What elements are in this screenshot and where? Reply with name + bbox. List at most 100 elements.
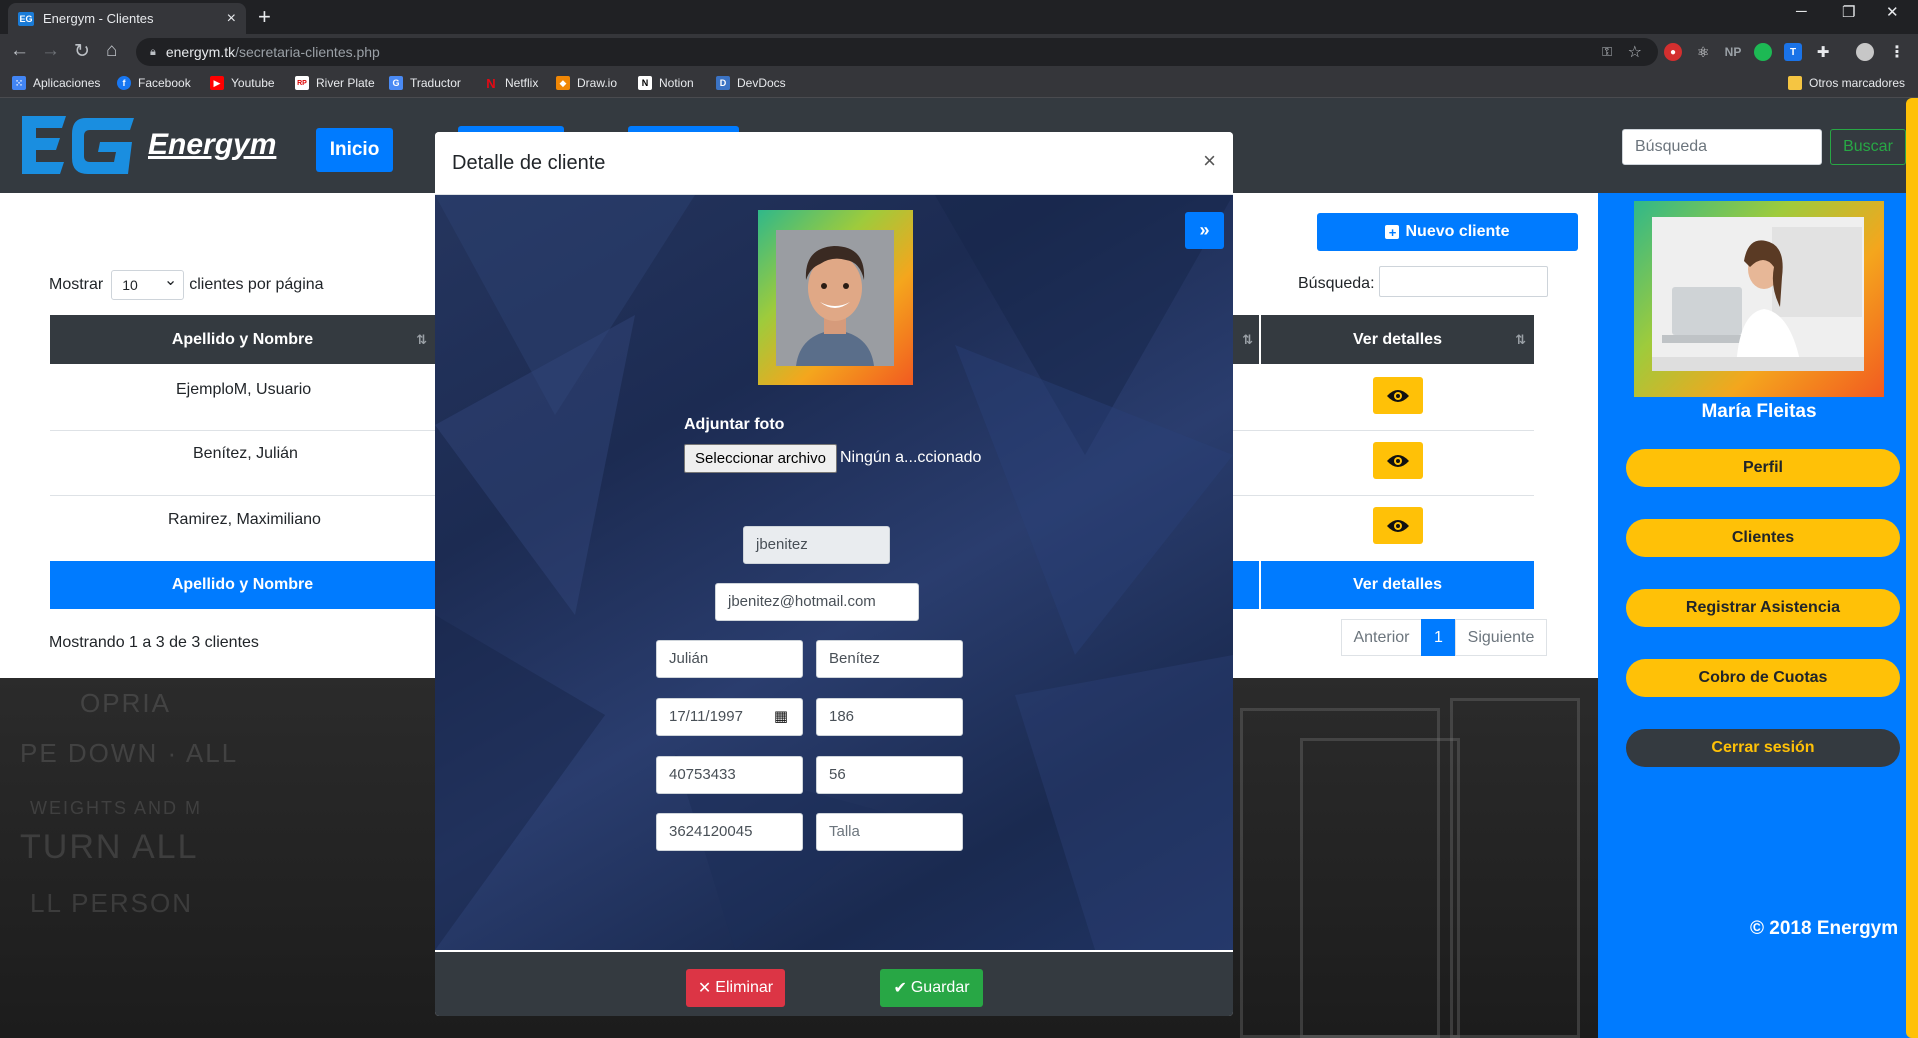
bookmark-drawio[interactable]: ◆ Draw.io — [556, 76, 617, 90]
tab-title: Energym - Clientes — [43, 11, 154, 26]
file-status-text: Ningún a...ccionado — [840, 449, 982, 466]
extension-record-icon[interactable]: ● — [1664, 43, 1682, 61]
forward-icon[interactable]: → — [41, 40, 60, 62]
bookmark-netflix[interactable]: N Netflix — [484, 76, 539, 91]
new-client-label: Nuevo cliente — [1405, 223, 1510, 240]
translate-icon: G — [389, 76, 403, 90]
row-divider — [1233, 430, 1534, 431]
url-path: /secretaria-clientes.php — [235, 44, 380, 60]
sort-icon[interactable]: ⇅ — [1515, 332, 1526, 348]
bookmark-label: Netflix — [505, 76, 539, 90]
key-icon[interactable]: ⚿ — [1602, 44, 1612, 60]
energym-logo-icon[interactable] — [16, 108, 140, 182]
home-icon[interactable]: ⌂ — [106, 40, 117, 62]
browser-menu-icon[interactable]: ⋮ — [1888, 43, 1906, 61]
x-icon: ✕ — [697, 980, 712, 997]
nav-inicio-button[interactable]: Inicio — [316, 128, 393, 172]
facebook-icon: f — [117, 76, 131, 90]
height-field[interactable]: 186 — [816, 698, 963, 736]
profile-avatar-icon[interactable] — [1856, 43, 1874, 61]
close-tab-icon[interactable]: × — [227, 10, 236, 28]
phone-field[interactable]: 3624120045 — [656, 813, 803, 851]
view-details-button[interactable] — [1373, 442, 1423, 479]
close-window-icon[interactable]: ✕ — [1886, 3, 1899, 21]
brand-name[interactable]: Energym — [148, 128, 276, 162]
minimize-icon[interactable]: ─ — [1796, 3, 1807, 20]
table-search-input[interactable] — [1379, 266, 1548, 297]
browser-toolbar: ← → ↻ ⌂ 🔒︎ energym.tk/secretaria-cliente… — [0, 34, 1918, 70]
email-field[interactable]: jbenitez@hotmail.com — [715, 583, 919, 621]
close-icon[interactable]: × — [1203, 148, 1216, 174]
column-header-name[interactable]: Apellido y Nombre ⇅ — [50, 315, 435, 364]
bookmark-other[interactable]: Otros marcadores — [1788, 76, 1905, 90]
first-name-field[interactable]: Julián — [656, 640, 803, 678]
back-icon[interactable]: ← — [10, 40, 29, 62]
bookmark-apps[interactable]: ⁙ Aplicaciones — [12, 76, 100, 90]
address-bar[interactable]: 🔒︎ energym.tk/secretaria-clientes.php ⚿ … — [136, 38, 1658, 66]
size-field[interactable]: Talla — [816, 813, 963, 851]
bookmark-label: Facebook — [138, 76, 191, 90]
table-cell-name: Ramirez, Maximiliano — [168, 511, 321, 528]
sidebar-cobro-cuotas-button[interactable]: Cobro de Cuotas — [1626, 659, 1900, 697]
bookmark-label: Youtube — [231, 76, 275, 90]
bookmark-label: Aplicaciones — [33, 76, 101, 90]
weight-field[interactable]: 56 — [816, 756, 963, 794]
save-client-button[interactable]: ✔ Guardar — [880, 969, 983, 1007]
dni-field[interactable]: 40753433 — [656, 756, 803, 794]
view-details-button[interactable] — [1373, 507, 1423, 544]
navbar-search-button[interactable]: Buscar — [1830, 129, 1906, 165]
reload-icon[interactable]: ↻ — [74, 40, 90, 63]
expand-icon[interactable]: » — [1185, 212, 1224, 249]
bookmark-facebook[interactable]: f Facebook — [117, 76, 191, 90]
client-photo-frame — [758, 210, 913, 385]
youtube-icon: ▶ — [210, 76, 224, 90]
profile-photo-frame — [1634, 201, 1884, 397]
birth-date-field[interactable]: 17/11/1997 ▦ — [656, 698, 803, 736]
show-suffix: clientes por página — [189, 276, 324, 293]
bookmark-devdocs[interactable]: D DevDocs — [716, 76, 786, 90]
view-details-button[interactable] — [1373, 377, 1423, 414]
drawio-icon: ◆ — [556, 76, 570, 90]
sort-icon[interactable]: ⇅ — [1242, 332, 1253, 348]
lock-icon: 🔒︎ — [150, 45, 156, 58]
extension-green-icon[interactable] — [1754, 43, 1772, 61]
pagination-page[interactable]: 1 — [1421, 619, 1456, 656]
sidebar-perfil-button[interactable]: Perfil — [1626, 449, 1900, 487]
bookmark-star-icon[interactable]: ☆ — [1628, 42, 1642, 62]
navbar-search-input[interactable]: Búsqueda — [1622, 129, 1822, 165]
maximize-icon[interactable]: ❐ — [1842, 3, 1855, 21]
table-cell-name: EjemploM, Usuario — [176, 381, 312, 398]
logout-button[interactable]: Cerrar sesión — [1626, 729, 1900, 767]
username-field[interactable]: jbenitez — [743, 526, 890, 564]
extension-react-icon[interactable]: ⚛ — [1694, 43, 1712, 61]
extension-translate-icon[interactable]: T — [1784, 43, 1802, 61]
birth-date-value: 17/11/1997 — [669, 708, 743, 725]
extension-np-icon[interactable]: NP — [1724, 43, 1742, 61]
decorative-rack — [1300, 738, 1460, 1038]
row-divider — [1233, 495, 1534, 496]
sidebar-clientes-button[interactable]: Clientes — [1626, 519, 1900, 557]
extensions-puzzle-icon[interactable]: ✚ — [1814, 43, 1832, 61]
bookmark-notion[interactable]: N Notion — [638, 76, 694, 90]
last-name-field[interactable]: Benítez — [816, 640, 963, 678]
bookmark-river-plate[interactable]: RP River Plate — [295, 76, 375, 90]
sort-icon[interactable]: ⇅ — [416, 332, 427, 348]
column-header-details[interactable]: Ver detalles ⇅ — [1261, 315, 1534, 364]
choose-file-button[interactable]: Seleccionar archivo — [684, 444, 837, 473]
column-footer-hidden — [1233, 561, 1259, 609]
bookmark-traductor[interactable]: G Traductor — [389, 76, 461, 90]
calendar-icon[interactable]: ▦ — [774, 699, 788, 735]
pagination-prev[interactable]: Anterior — [1341, 619, 1422, 656]
pagination-next[interactable]: Siguiente — [1455, 619, 1547, 656]
sidebar-registrar-asistencia-button[interactable]: Registrar Asistencia — [1626, 589, 1900, 627]
page-scrollbar[interactable] — [1906, 98, 1918, 1038]
new-client-button[interactable]: + Nuevo cliente — [1317, 213, 1578, 251]
page-size-select[interactable]: 10 — [111, 267, 185, 300]
column-header-hidden[interactable]: ⇅ — [1233, 315, 1259, 364]
new-tab-icon[interactable]: + — [258, 4, 271, 30]
bookmark-youtube[interactable]: ▶ Youtube — [210, 76, 275, 90]
user-name: María Fleitas — [1701, 401, 1817, 422]
browser-tab[interactable]: EG Energym - Clientes × — [8, 3, 246, 34]
woman-laptop-illustration — [1652, 217, 1864, 371]
delete-client-button[interactable]: ✕ Eliminar — [686, 969, 785, 1007]
